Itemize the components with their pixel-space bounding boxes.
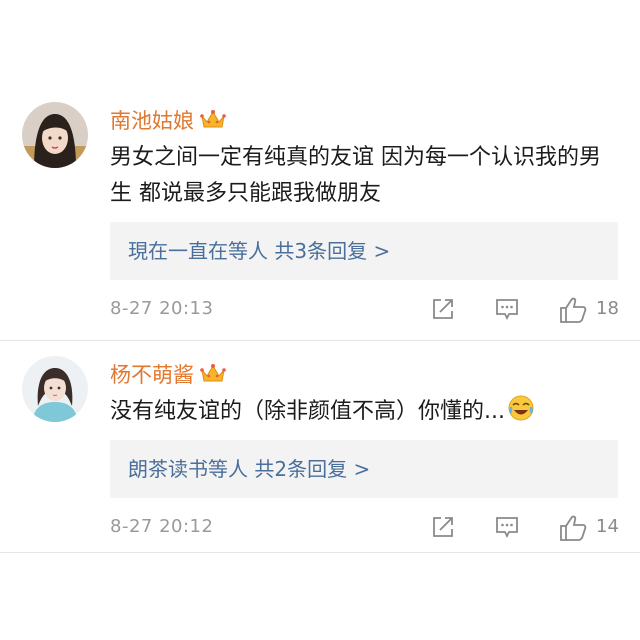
username[interactable]: 南池姑娘: [110, 108, 226, 136]
reply-summary-box[interactable]: 朗茶读书等人 共2条回复 >: [110, 440, 618, 498]
like-count: 18: [596, 298, 619, 319]
avatar[interactable]: [22, 356, 88, 422]
vip-crown-icon: [200, 108, 226, 136]
comment-icon[interactable]: [494, 296, 520, 326]
comment-icon[interactable]: [494, 514, 520, 544]
comment-text: 没有纯友谊的（除非颜值不高）你懂的...: [110, 399, 505, 424]
comment-text: 男女之间一定有纯真的友谊 因为每一个认识我的男生 都说最多只能跟我做朋友: [110, 145, 601, 206]
username-text[interactable]: 杨不萌酱: [110, 363, 194, 387]
avatar[interactable]: [22, 102, 88, 168]
comment-item: 杨不萌酱 没有纯友谊的（除非颜值不高）你懂的... 朗茶读书等人 共2条回复 >…: [0, 340, 640, 640]
reply-summary-link[interactable]: 朗茶读书等人 共2条回复 >: [128, 455, 370, 483]
divider: [0, 552, 640, 553]
comment-item: 南池姑娘 男女之间一定有纯真的友谊 因为每一个认识我的男生 都说最多只能跟我做朋…: [0, 0, 640, 340]
comment-meta-row: 8-27 20:13 18: [110, 296, 630, 326]
vip-crown-icon: [200, 362, 226, 390]
like-icon[interactable]: [558, 296, 588, 328]
comment-text-row: 没有纯友谊的（除非颜值不高）你懂的...: [110, 394, 620, 434]
laugh-cry-emoji-icon: [507, 394, 535, 434]
share-icon[interactable]: [430, 514, 456, 544]
timestamp: 8-27 20:12: [110, 516, 214, 537]
share-icon[interactable]: [430, 296, 456, 326]
like-icon[interactable]: [558, 514, 588, 546]
comment-meta-row: 8-27 20:12 14: [110, 514, 630, 544]
username-text[interactable]: 南池姑娘: [110, 109, 194, 133]
username[interactable]: 杨不萌酱: [110, 362, 226, 390]
timestamp: 8-27 20:13: [110, 298, 214, 319]
reply-summary-link[interactable]: 現在一直在等人 共3条回复 >: [128, 237, 390, 265]
reply-summary-box[interactable]: 現在一直在等人 共3条回复 >: [110, 222, 618, 280]
like-count: 14: [596, 516, 619, 537]
